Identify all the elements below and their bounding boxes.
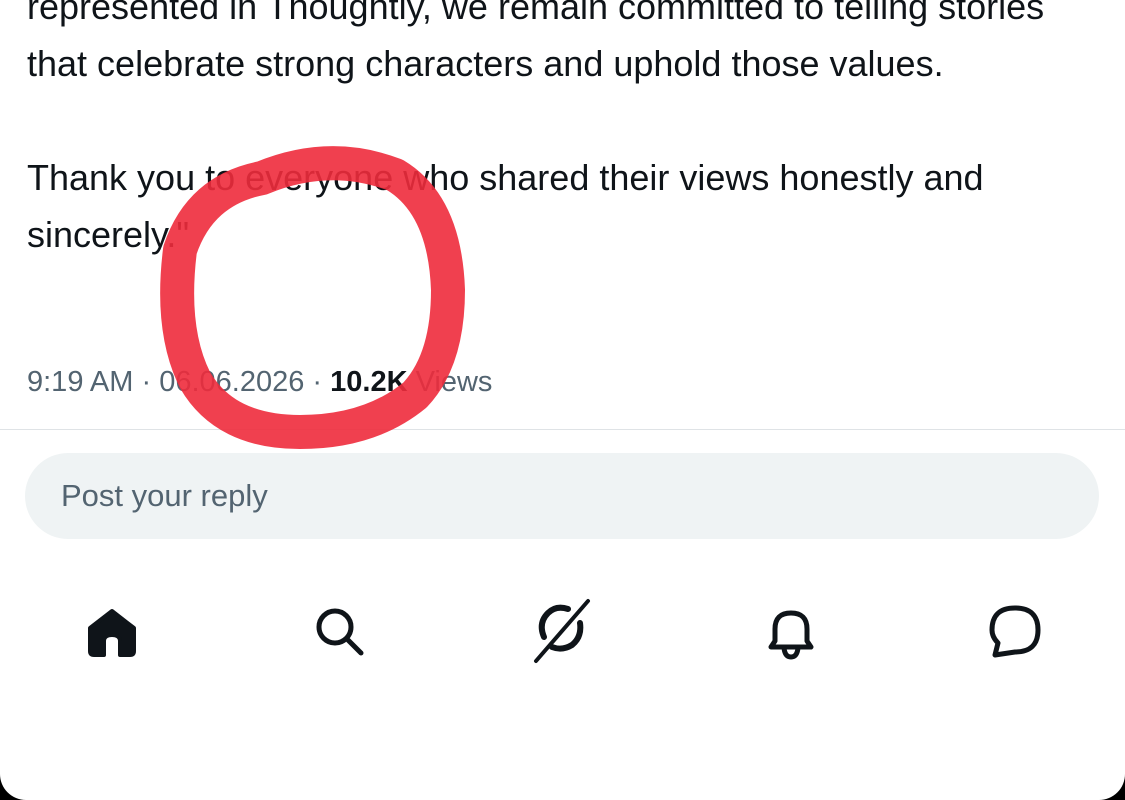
grok-icon bbox=[534, 599, 590, 663]
tab-grok[interactable] bbox=[517, 586, 607, 676]
post-detail-screen: represented in Thoughtly, we remain comm… bbox=[0, 0, 1125, 800]
divider bbox=[0, 429, 1125, 430]
tab-search[interactable] bbox=[294, 586, 384, 676]
post-date: 06.06.2026 bbox=[159, 366, 305, 398]
post-paragraph: Thank you to everyone who shared their v… bbox=[27, 157, 984, 255]
bell-icon bbox=[768, 610, 814, 660]
search-icon bbox=[316, 608, 364, 656]
bottom-tab-bar bbox=[0, 586, 1125, 676]
post-meta: 9:19 AM · 06.06.2026 · 10.2K Views bbox=[27, 366, 492, 399]
meta-separator: · bbox=[304, 366, 331, 398]
views-label: Views bbox=[407, 366, 493, 398]
tab-notifications[interactable] bbox=[746, 586, 836, 676]
reply-placeholder: Post your reply bbox=[61, 478, 268, 513]
reply-input[interactable]: Post your reply bbox=[25, 453, 1099, 539]
post-body: represented in Thoughtly, we remain comm… bbox=[27, 0, 1102, 263]
home-icon bbox=[88, 609, 136, 657]
post-time: 9:19 AM bbox=[27, 366, 134, 398]
views-count[interactable]: 10.2K bbox=[330, 366, 407, 398]
tab-messages[interactable] bbox=[970, 586, 1060, 676]
post-paragraph: represented in Thoughtly, we remain comm… bbox=[27, 0, 1045, 84]
message-icon bbox=[989, 605, 1041, 658]
tab-home[interactable] bbox=[67, 586, 157, 676]
meta-separator: · bbox=[133, 366, 160, 398]
